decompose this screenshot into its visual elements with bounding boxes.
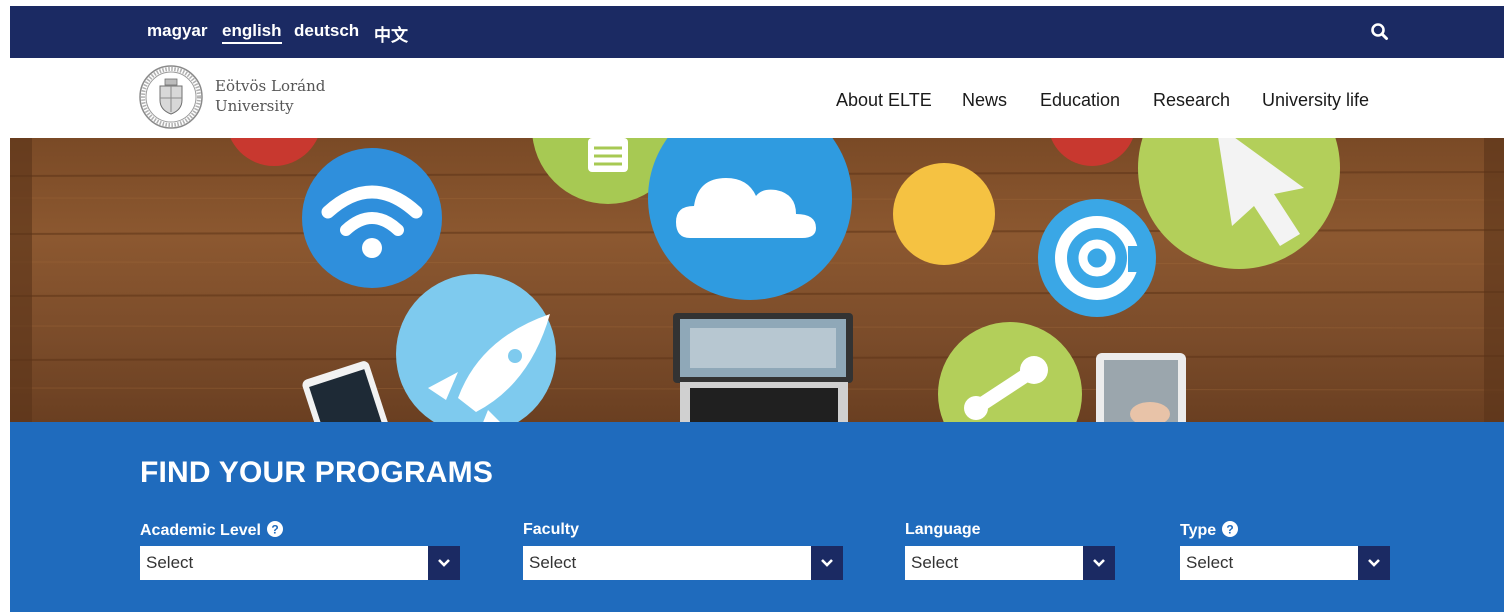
nav-university-life[interactable]: University life	[1262, 90, 1369, 111]
search-button[interactable]	[1368, 20, 1392, 44]
language-dropdown-button[interactable]	[1083, 546, 1115, 580]
faculty-dropdown-button[interactable]	[811, 546, 843, 580]
cloud-icon	[648, 138, 852, 300]
faculty-select[interactable]: Select	[523, 546, 843, 580]
language-label-text: Language	[905, 521, 981, 538]
wifi-icon	[302, 148, 442, 288]
lang-english-link[interactable]: english	[222, 21, 282, 44]
finder-title: FIND YOUR PROGRAMS	[140, 456, 494, 489]
at-sign-icon	[1038, 199, 1156, 317]
faculty-label: Faculty	[523, 521, 579, 539]
type-dropdown-button[interactable]	[1358, 546, 1390, 580]
program-finder: FIND YOUR PROGRAMS Academic Level? Selec…	[10, 422, 1504, 612]
type-select-value: Select	[1186, 553, 1234, 572]
language-select[interactable]: Select	[905, 546, 1115, 580]
academic-level-label: Academic Level?	[140, 521, 283, 540]
hero-banner	[10, 138, 1504, 422]
bone-icon	[938, 322, 1082, 422]
cursor-arrow-icon	[1138, 138, 1340, 269]
type-select[interactable]: Select	[1180, 546, 1390, 580]
nav-news[interactable]: News	[962, 90, 1007, 111]
academic-level-dropdown-button[interactable]	[428, 546, 460, 580]
logo-line-1: Eötvös Loránd	[215, 77, 326, 95]
chevron-down-icon	[438, 559, 450, 567]
chevron-down-icon	[1093, 559, 1105, 567]
nav-education[interactable]: Education	[1040, 90, 1120, 111]
site-header: Eötvös Loránd University About ELTE News…	[10, 58, 1504, 138]
help-icon[interactable]: ?	[1222, 521, 1239, 537]
academic-level-label-text: Academic Level	[140, 522, 261, 539]
logo-line-2: University	[215, 97, 294, 115]
svg-text:?: ?	[1226, 523, 1233, 537]
type-label-text: Type	[1180, 522, 1217, 539]
faculty-select-value: Select	[529, 553, 577, 572]
language-label: Language	[905, 521, 981, 539]
logo-text: Eötvös Loránd University	[215, 76, 325, 116]
faculty-label-text: Faculty	[523, 521, 580, 538]
language-bar: magyar english deutsch 中文	[10, 6, 1504, 58]
academic-level-select-value: Select	[146, 553, 194, 572]
hero-illustration	[10, 138, 1504, 422]
help-icon[interactable]: ?	[266, 521, 283, 537]
university-seal-icon	[139, 65, 203, 129]
lang-deutsch-link[interactable]: deutsch	[294, 21, 359, 41]
language-select-value: Select	[911, 553, 959, 572]
lang-magyar-link[interactable]: magyar	[147, 21, 207, 41]
type-label: Type?	[1180, 521, 1239, 540]
search-icon	[1371, 23, 1388, 40]
lang-chinese-link[interactable]: 中文	[374, 21, 408, 46]
academic-level-select[interactable]: Select	[140, 546, 460, 580]
nav-research[interactable]: Research	[1153, 90, 1230, 111]
rocket-icon	[396, 274, 556, 422]
nav-about-elte[interactable]: About ELTE	[836, 90, 932, 111]
chevron-down-icon	[821, 559, 833, 567]
chevron-down-icon	[1368, 559, 1380, 567]
university-logo[interactable]: Eötvös Loránd University	[138, 64, 334, 130]
page: magyar english deutsch 中文 Eötvös Loránd	[10, 6, 1504, 612]
svg-text:?: ?	[271, 523, 278, 537]
